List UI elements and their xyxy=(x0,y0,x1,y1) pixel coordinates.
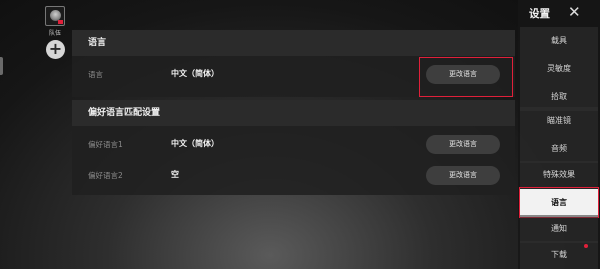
change-language-button[interactable]: 更改语言 xyxy=(426,65,500,84)
left-rail: 队伍 + xyxy=(0,0,70,269)
change-preferred-language-1-button[interactable]: 更改语言 xyxy=(426,135,500,154)
highlight-box xyxy=(519,187,599,218)
preferred-language-2-value: 空 xyxy=(171,170,179,179)
preferred-language-1-label: 偏好语言1 xyxy=(88,140,123,149)
notification-dot xyxy=(584,244,588,248)
sidebar-item-notifications[interactable]: 通知 xyxy=(520,215,598,243)
preferred-language-1-value: 中文（简体） xyxy=(171,139,219,148)
sidebar-item-vehicle[interactable]: 载具 xyxy=(520,27,598,55)
preferred-language-2-label: 偏好语言2 xyxy=(88,171,123,180)
language-panel-title: 语言 xyxy=(72,30,515,56)
sidebar-item-audio[interactable]: 音频 xyxy=(520,135,598,163)
change-preferred-language-2-button[interactable]: 更改语言 xyxy=(426,166,500,185)
language-row-value: 中文（简体） xyxy=(171,69,219,78)
avatar[interactable] xyxy=(45,6,65,26)
sidebar-item-sensitivity[interactable]: 灵敏度 xyxy=(520,55,598,83)
side-drawer-handle[interactable] xyxy=(0,57,3,75)
preferred-language-row-1: 偏好语言1 中文（简体） 更改语言 xyxy=(72,131,515,159)
sidebar-item-scope[interactable]: 瞄准镜 xyxy=(520,107,598,135)
close-icon[interactable]: ✕ xyxy=(568,3,581,21)
language-panel: 语言 语言 中文（简体） 更改语言 xyxy=(72,30,515,97)
sidebar-item-effects[interactable]: 特殊效果 xyxy=(520,161,598,189)
language-row: 语言 中文（简体） 更改语言 xyxy=(72,57,515,97)
add-member-button[interactable]: + xyxy=(46,40,65,59)
avatar-badge xyxy=(58,20,63,24)
preferred-language-row-2: 偏好语言2 空 更改语言 xyxy=(72,162,515,190)
settings-title: 设置 xyxy=(529,8,550,20)
settings-sidebar: 设置 ✕ 载具 灵敏度 拾取 瞄准镜 音频 特殊效果 语言 通知 下载 xyxy=(518,0,600,269)
team-label: 队伍 xyxy=(48,30,61,37)
preferred-language-panel-title: 偏好语言匹配设置 xyxy=(72,100,515,126)
language-row-label: 语言 xyxy=(88,70,103,79)
preferred-language-panel: 偏好语言匹配设置 偏好语言1 中文（简体） 更改语言 偏好语言2 空 更改语言 xyxy=(72,100,515,195)
